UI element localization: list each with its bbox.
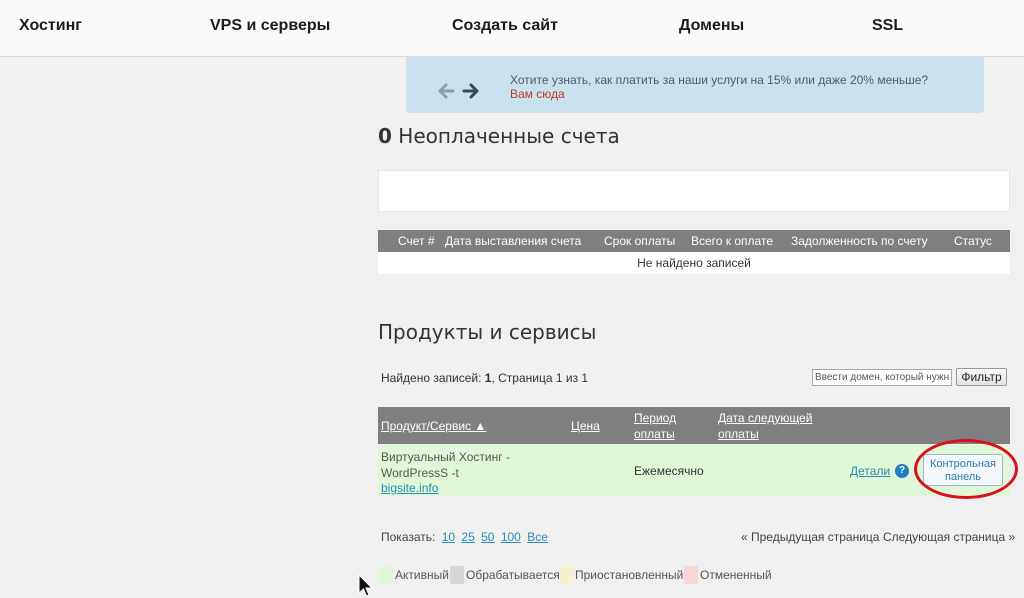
show-label: Показать: bbox=[381, 530, 436, 544]
col-invoice-number[interactable]: Счет # bbox=[398, 234, 435, 248]
legend-swatch bbox=[684, 566, 698, 584]
col-balance[interactable]: Задолженность по счету bbox=[791, 234, 928, 248]
promo-banner: Хотите узнать, как платить за наши услуг… bbox=[406, 57, 984, 113]
page-size-50[interactable]: 50 bbox=[481, 530, 494, 544]
legend-processing: Обрабатывается bbox=[450, 566, 560, 584]
arrow-right-icon[interactable] bbox=[461, 81, 481, 101]
product-name: Виртуальный Хостинг - WordPressS -t bbox=[381, 450, 510, 480]
legend-swatch bbox=[450, 566, 464, 584]
col-total[interactable]: Всего к оплате bbox=[691, 234, 773, 248]
nav-item-domains[interactable]: Домены bbox=[679, 17, 744, 35]
col-price[interactable]: Цена bbox=[571, 418, 600, 434]
page-size-all[interactable]: Все bbox=[527, 530, 548, 544]
unpaid-summary-box bbox=[378, 170, 1010, 212]
nav-item-hosting[interactable]: Хостинг bbox=[19, 17, 82, 35]
promo-link[interactable]: Вам сюда bbox=[510, 87, 565, 101]
next-page-link[interactable]: Следующая страница » bbox=[883, 530, 1015, 544]
page-size-100[interactable]: 100 bbox=[501, 530, 521, 544]
products-title: Продукты и сервисы bbox=[378, 320, 597, 344]
mouse-cursor-icon bbox=[358, 574, 374, 597]
col-period[interactable]: Период оплаты bbox=[634, 410, 676, 442]
domain-filter-input[interactable] bbox=[812, 369, 952, 386]
product-period: Ежемесячно bbox=[634, 464, 704, 478]
unpaid-title-text: Неоплаченные счета bbox=[398, 124, 620, 148]
help-icon[interactable]: ? bbox=[895, 464, 909, 478]
nav-item-create-site[interactable]: Создать сайт bbox=[452, 17, 558, 35]
legend-swatch bbox=[379, 566, 393, 584]
legend-active: Активный bbox=[379, 566, 449, 584]
table-row: Виртуальный Хостинг - WordPressS -t bigsi… bbox=[378, 445, 1010, 497]
promo-text: Хотите узнать, как платить за наши услуг… bbox=[510, 73, 929, 87]
legend-cancelled: Отмененный bbox=[684, 566, 772, 584]
page-size-selector: Показать: 10 25 50 100 Все bbox=[381, 530, 548, 544]
col-status[interactable]: Статус bbox=[954, 234, 992, 248]
filter-button[interactable]: Фильтр bbox=[956, 368, 1007, 386]
top-nav: Хостинг VPS и серверы Создать сайт Домен… bbox=[0, 0, 1024, 57]
nav-item-ssl[interactable]: SSL bbox=[872, 17, 903, 35]
legend-suspended: Приостановленный bbox=[559, 566, 683, 584]
records-found: Найдено записей: 1, Страница 1 из 1 bbox=[381, 371, 589, 385]
unpaid-count: 0 bbox=[378, 124, 392, 148]
col-product[interactable]: Продукт/Сервис ▲ bbox=[381, 418, 486, 434]
unpaid-invoices-title: 0 Неоплаченные счета bbox=[378, 124, 620, 148]
prev-page-link[interactable]: « Предыдущая страница bbox=[741, 530, 879, 544]
product-domain-link[interactable]: bigsite.info bbox=[381, 481, 438, 495]
nav-item-vps[interactable]: VPS и серверы bbox=[210, 17, 330, 35]
invoices-empty-row: Не найдено записей bbox=[378, 252, 1010, 274]
page-size-10[interactable]: 10 bbox=[442, 530, 455, 544]
control-panel-button[interactable]: Контрольная панель bbox=[923, 454, 1003, 486]
legend-swatch bbox=[559, 566, 573, 584]
page-size-25[interactable]: 25 bbox=[461, 530, 474, 544]
col-next-due[interactable]: Дата следующей оплаты bbox=[718, 410, 812, 442]
invoices-table-header: Счет # Дата выставления счета Срок оплат… bbox=[378, 230, 1010, 252]
col-invoice-date[interactable]: Дата выставления счета bbox=[445, 234, 581, 248]
products-table-header: Продукт/Сервис ▲ Цена Период оплаты Дата … bbox=[378, 407, 1010, 444]
arrow-left-icon[interactable] bbox=[436, 81, 456, 101]
details-link[interactable]: Детали bbox=[850, 464, 890, 478]
col-due-date[interactable]: Срок оплаты bbox=[604, 234, 675, 248]
